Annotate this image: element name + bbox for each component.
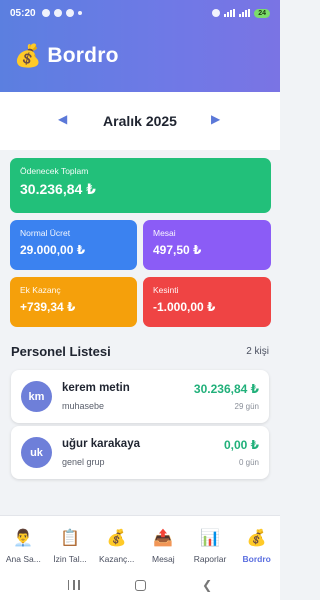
bottom-navigation: 👨‍💼 Ana Sa... 📋 İzin Tal... 💰 Kazanç... … [0,515,280,570]
notification-icon [65,9,74,17]
nav-label: Kazanç... [98,554,135,564]
nav-earnings[interactable]: 💰 Kazanç... [93,516,140,570]
chart-icon: 📊 [200,530,220,547]
status-bar: 05:20 24 [0,0,280,26]
home-icon[interactable] [135,579,147,591]
page-title-text: Bordro [47,44,119,67]
employee-name: uğur karakaya [62,438,140,450]
notification-icon [53,9,62,17]
employee-department: muhasebe [62,401,105,411]
employee-amount: 30.236,84 ₺ [193,382,259,396]
employee-department: genel grup [62,457,105,467]
money-bag-icon: 💰 [246,530,267,547]
nav-messages[interactable]: 📤 Mesaj [140,516,187,570]
personnel-header: Personel Listesi 2 kişi [11,344,269,359]
more-notifications-icon [77,11,82,15]
system-status: 24 [212,8,270,18]
employee-amount: 0,00 ₺ [223,438,259,452]
list-item[interactable]: km kerem metin muhasebe 30.236,84 ₺ 29 g… [11,370,269,423]
card-label: Ek Kazanç [20,285,61,295]
month-selector: ◀ Aralık 2025 ▶ [0,92,280,150]
nav-label: Ana Sa... [5,554,41,564]
money-bag-icon: 💰 [14,43,42,68]
page-title: 💰 Bordro [14,44,119,68]
normal-wage-card: Normal Ücret 29.000,00 ₺ [10,220,137,270]
extra-earnings-card: Ek Kazanç +739,34 ₺ [10,277,137,327]
system-navigation-bar: ❮ [0,570,280,600]
card-value: 497,50 ₺ [153,243,202,257]
employee-days: 0 gün [238,458,259,467]
nav-reports[interactable]: 📊 Raporlar [187,516,234,570]
recent-apps-icon[interactable] [67,580,80,590]
overtime-card: Mesai 497,50 ₺ [143,220,271,270]
notification-icons [41,9,82,17]
section-title: Personel Listesi [11,344,111,359]
status-time: 05:20 [10,7,36,19]
previous-month-button[interactable]: ◀ [58,112,67,126]
signal-icon [224,9,236,17]
employee-name: kerem metin [62,382,130,394]
card-label: Mesai [153,228,176,238]
back-icon[interactable]: ❮ [202,578,212,592]
card-value: +739,34 ₺ [20,300,76,314]
avatar: uk [21,437,52,468]
clipboard-icon: 📋 [60,530,80,547]
list-item[interactable]: uk uğur karakaya genel grup 0,00 ₺ 0 gün [11,426,269,479]
battery-icon: 24 [254,8,270,18]
notification-icon [41,9,50,17]
outbox-icon: 📤 [153,530,174,547]
card-label: Normal Ücret [20,228,71,238]
employee-days: 29 gün [234,402,259,411]
card-value: 29.000,00 ₺ [20,243,86,257]
nav-payroll[interactable]: 💰 Bordro [233,516,280,570]
nav-label: Raporlar [193,554,227,564]
nav-label: Bordro [242,554,271,564]
card-value: 30.236,84 ₺ [20,181,96,197]
card-label: Ödenecek Toplam [20,166,89,176]
next-month-button[interactable]: ▶ [211,112,220,126]
nav-label: İzin Tal... [53,554,87,564]
avatar: km [21,381,52,412]
wifi-icon [212,9,221,17]
personnel-count: 2 kişi [246,346,269,357]
total-payable-card: Ödenecek Toplam 30.236,84 ₺ [10,158,271,213]
signal-icon [239,9,251,17]
money-bag-icon: 💰 [106,530,127,547]
deduction-card: Kesinti -1.000,00 ₺ [143,277,271,327]
nav-home[interactable]: 👨‍💼 Ana Sa... [0,516,47,570]
card-value: -1.000,00 ₺ [153,300,216,314]
card-label: Kesinti [153,285,179,295]
person-icon: 👨‍💼 [13,530,34,547]
nav-leave-requests[interactable]: 📋 İzin Tal... [47,516,94,570]
app-header: 05:20 24 💰 Bordro [0,0,280,92]
nav-label: Mesaj [152,554,175,564]
month-label: Aralık 2025 [103,113,177,129]
